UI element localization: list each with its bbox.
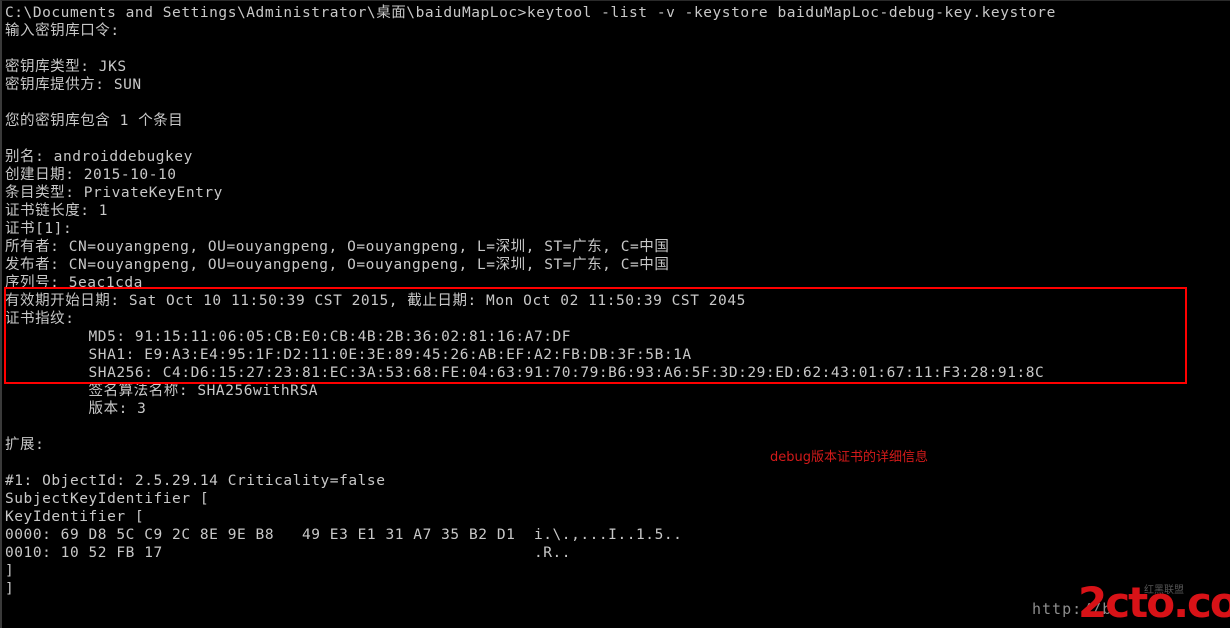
console-line: 别名: androiddebugkey — [5, 149, 193, 165]
console-line: ] — [5, 581, 15, 597]
console-line: 证书[1]: — [5, 221, 73, 237]
annotation-label: debug版本证书的详细信息 — [770, 450, 928, 465]
console-line: 0010: 10 52 FB 17 .R.. — [5, 545, 572, 561]
console-line: 您的密钥库包含 1 个条目 — [5, 113, 184, 129]
console-line: 有效期开始日期: Sat Oct 10 11:50:39 CST 2015, 截… — [5, 293, 746, 309]
console-line: #1: ObjectId: 2.5.29.14 Criticality=fals… — [5, 473, 386, 489]
console-line: 条目类型: PrivateKeyEntry — [5, 185, 223, 201]
console-line: 密钥库类型: JKS — [5, 59, 127, 75]
console-line-version: 版本: 3 — [5, 401, 147, 417]
console-line-md5: MD5: 91:15:11:06:05:CB:E0:CB:4B:2B:36:02… — [5, 329, 572, 345]
console-line-sha1: SHA1: E9:A3:E4:95:1F:D2:11:0E:3E:89:45:2… — [5, 347, 692, 363]
console-line-sha256: SHA256: C4:D6:15:27:23:81:EC:3A:53:68:FE… — [5, 365, 1045, 381]
console-line: 0000: 69 D8 5C C9 2C 8E 9E B8 49 E3 E1 3… — [5, 527, 683, 543]
watermark-logo-main: 2cto — [1078, 578, 1175, 627]
console-line: 创建日期: 2015-10-10 — [5, 167, 177, 183]
command-prompt-window[interactable]: C:\Documents and Settings\Administrator\… — [0, 0, 1230, 628]
console-line: 证书指纹: — [5, 311, 75, 327]
watermark-logo-suffix: .com — [1173, 578, 1230, 627]
console-line: ] — [5, 563, 15, 579]
console-line: 所有者: CN=ouyangpeng, OU=ouyangpeng, O=ouy… — [5, 239, 670, 255]
console-line: 密钥库提供方: SUN — [5, 77, 142, 93]
console-line: 证书链长度: 1 — [5, 203, 109, 219]
console-line: SubjectKeyIdentifier [ — [5, 491, 210, 507]
site-watermark: http://b 红黑联盟 2cto.com — [1032, 580, 1230, 626]
console-output: C:\Documents and Settings\Administrator\… — [2, 1, 1056, 628]
console-line: 输入密钥库口令: — [5, 23, 120, 39]
watermark-logo-text: 2cto.com — [1078, 582, 1230, 624]
console-line: KeyIdentifier [ — [5, 509, 145, 525]
console-line: 发布者: CN=ouyangpeng, OU=ouyangpeng, O=ouy… — [5, 257, 670, 273]
console-line-signature-algorithm: 签名算法名称: SHA256withRSA — [5, 383, 319, 399]
console-line: 序列号: 5eac1cda — [5, 275, 143, 291]
console-line: C:\Documents and Settings\Administrator\… — [5, 5, 1056, 21]
